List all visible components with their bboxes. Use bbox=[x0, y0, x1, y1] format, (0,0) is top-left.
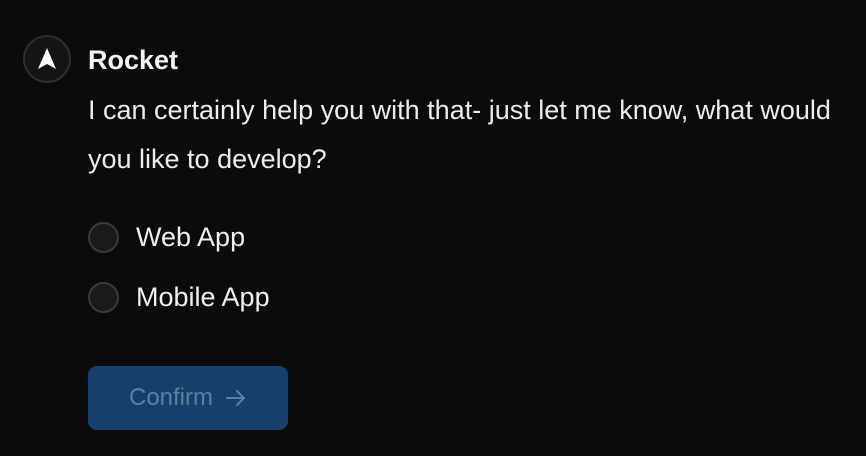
option-mobile-app[interactable]: Mobile App bbox=[88, 275, 270, 319]
radio-button[interactable] bbox=[88, 221, 119, 253]
radio-button[interactable] bbox=[88, 281, 119, 313]
rocket-logo-icon bbox=[38, 48, 56, 69]
confirm-label: Confirm bbox=[128, 384, 213, 411]
sender-name: Rocket bbox=[88, 45, 179, 75]
arrow-right-icon bbox=[225, 389, 247, 407]
option-list: Web App Mobile App bbox=[88, 215, 270, 335]
option-label: Web App bbox=[136, 222, 246, 252]
message-text: I can certainly help you with that- just… bbox=[88, 95, 831, 174]
option-web-app[interactable]: Web App bbox=[88, 215, 270, 259]
avatar bbox=[23, 35, 71, 83]
confirm-button[interactable]: Confirm bbox=[88, 366, 288, 430]
option-label: Mobile App bbox=[136, 282, 270, 312]
